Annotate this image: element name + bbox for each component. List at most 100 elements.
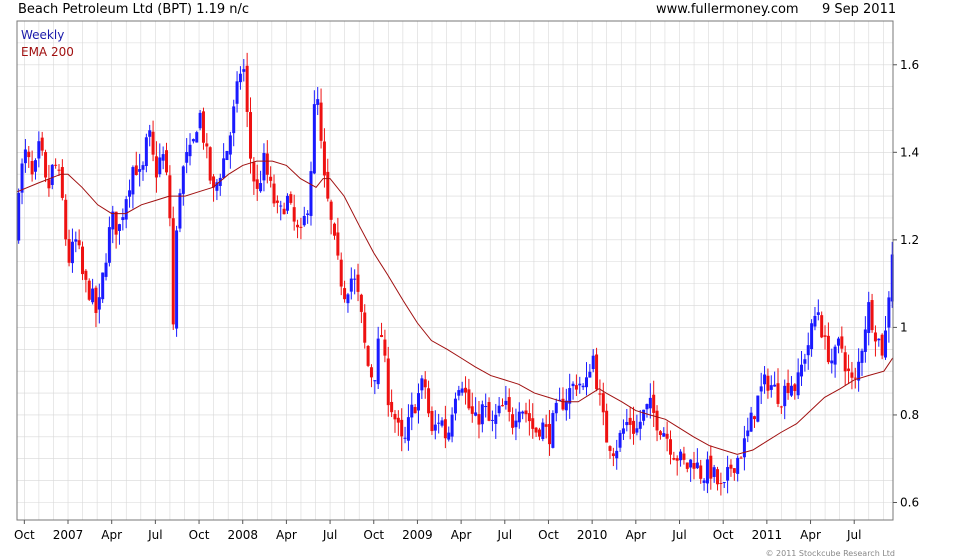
weekly-candle bbox=[17, 192, 21, 241]
weekly-candle bbox=[84, 270, 88, 280]
weekly-candle bbox=[843, 352, 847, 372]
weekly-candle bbox=[494, 414, 498, 424]
weekly-candle bbox=[833, 346, 837, 365]
weekly-candle bbox=[460, 388, 464, 393]
weekly-candle bbox=[655, 410, 659, 431]
weekly-candle bbox=[333, 223, 337, 236]
weekly-candle bbox=[198, 112, 202, 129]
weekly-candle bbox=[648, 397, 652, 409]
weekly-candle bbox=[44, 152, 48, 178]
weekly-candle bbox=[595, 354, 599, 390]
weekly-candle bbox=[158, 157, 162, 175]
legend-weekly: Weekly bbox=[21, 28, 64, 42]
weekly-candle bbox=[732, 468, 736, 473]
weekly-candle bbox=[420, 378, 424, 391]
x-tick-label: Oct bbox=[14, 528, 35, 542]
weekly-candle bbox=[205, 143, 209, 147]
weekly-candle bbox=[860, 350, 864, 363]
weekly-candle bbox=[309, 171, 313, 216]
weekly-candle bbox=[249, 112, 253, 159]
weekly-candle bbox=[870, 300, 874, 331]
weekly-candle bbox=[675, 458, 679, 461]
weekly-candle bbox=[598, 393, 602, 395]
weekly-candle bbox=[658, 431, 662, 436]
x-tick-label: Apr bbox=[800, 528, 821, 542]
weekly-candle bbox=[178, 193, 182, 229]
weekly-candle bbox=[712, 467, 716, 477]
weekly-candle bbox=[201, 111, 205, 143]
weekly-candle bbox=[739, 457, 743, 459]
weekly-candle bbox=[47, 179, 51, 189]
weekly-candle bbox=[668, 439, 672, 455]
weekly-candle bbox=[665, 433, 669, 439]
x-tick-label: Jul bbox=[147, 528, 162, 542]
weekly-candle bbox=[141, 165, 145, 170]
weekly-candle bbox=[296, 224, 300, 228]
weekly-candle bbox=[840, 336, 844, 349]
weekly-candle bbox=[94, 287, 98, 313]
x-tick-label: Jul bbox=[497, 528, 512, 542]
weekly-candle bbox=[692, 463, 696, 469]
weekly-candle bbox=[517, 411, 521, 423]
weekly-candle bbox=[507, 397, 511, 412]
weekly-candle bbox=[561, 398, 565, 410]
weekly-candle bbox=[773, 384, 777, 387]
weekly-candle bbox=[453, 398, 457, 414]
weekly-candle bbox=[699, 465, 703, 479]
weekly-candle bbox=[81, 246, 85, 275]
weekly-candle bbox=[863, 329, 867, 352]
weekly-candle bbox=[232, 106, 236, 134]
x-tick-label: Oct bbox=[363, 528, 384, 542]
weekly-candle bbox=[369, 367, 373, 378]
weekly-candle bbox=[356, 274, 360, 292]
x-tick-label: Oct bbox=[713, 528, 734, 542]
weekly-candle bbox=[70, 241, 74, 264]
weekly-candle bbox=[500, 405, 504, 407]
weekly-candle bbox=[605, 410, 609, 443]
x-tick-label: 2009 bbox=[402, 528, 433, 542]
weekly-candle bbox=[245, 65, 249, 112]
weekly-candle bbox=[242, 69, 246, 72]
weekly-candle bbox=[27, 151, 31, 158]
weekly-candle bbox=[373, 380, 377, 382]
weekly-candle bbox=[749, 412, 753, 432]
weekly-candle bbox=[537, 429, 541, 437]
weekly-candle bbox=[326, 171, 330, 199]
weekly-candle bbox=[477, 414, 481, 425]
weekly-candle bbox=[285, 195, 289, 211]
weekly-candle bbox=[77, 240, 81, 246]
weekly-candle bbox=[423, 379, 427, 388]
weekly-candle bbox=[171, 218, 175, 325]
weekly-candle bbox=[850, 372, 854, 378]
weekly-candle bbox=[427, 388, 431, 414]
x-tick-label: 2007 bbox=[53, 528, 84, 542]
weekly-candle bbox=[796, 372, 800, 396]
weekly-candle bbox=[312, 104, 316, 174]
weekly-candle bbox=[269, 176, 273, 181]
weekly-candle bbox=[67, 239, 71, 263]
weekly-candle bbox=[880, 334, 884, 356]
weekly-candle bbox=[511, 414, 515, 428]
weekly-candle bbox=[279, 205, 283, 207]
weekly-candle bbox=[729, 464, 733, 469]
x-tick-label: 2011 bbox=[752, 528, 783, 542]
weekly-candle bbox=[306, 213, 310, 215]
weekly-candle bbox=[30, 161, 34, 175]
x-tick-label: Apr bbox=[101, 528, 122, 542]
x-tick-label: Apr bbox=[625, 528, 646, 542]
weekly-candle bbox=[235, 81, 239, 104]
weekly-candle bbox=[867, 302, 871, 333]
weekly-candle bbox=[779, 406, 783, 408]
weekly-candle bbox=[413, 407, 417, 414]
legend-ema200: EMA 200 bbox=[21, 45, 74, 59]
weekly-candle bbox=[107, 227, 111, 263]
weekly-candle bbox=[551, 413, 555, 448]
weekly-candle bbox=[847, 368, 851, 371]
weekly-candle bbox=[228, 135, 232, 155]
weekly-candle bbox=[474, 412, 478, 416]
weekly-candle bbox=[188, 144, 192, 157]
weekly-candle bbox=[521, 411, 525, 414]
weekly-candle bbox=[632, 420, 636, 434]
weekly-candle bbox=[406, 417, 410, 441]
weekly-candle bbox=[222, 158, 226, 179]
